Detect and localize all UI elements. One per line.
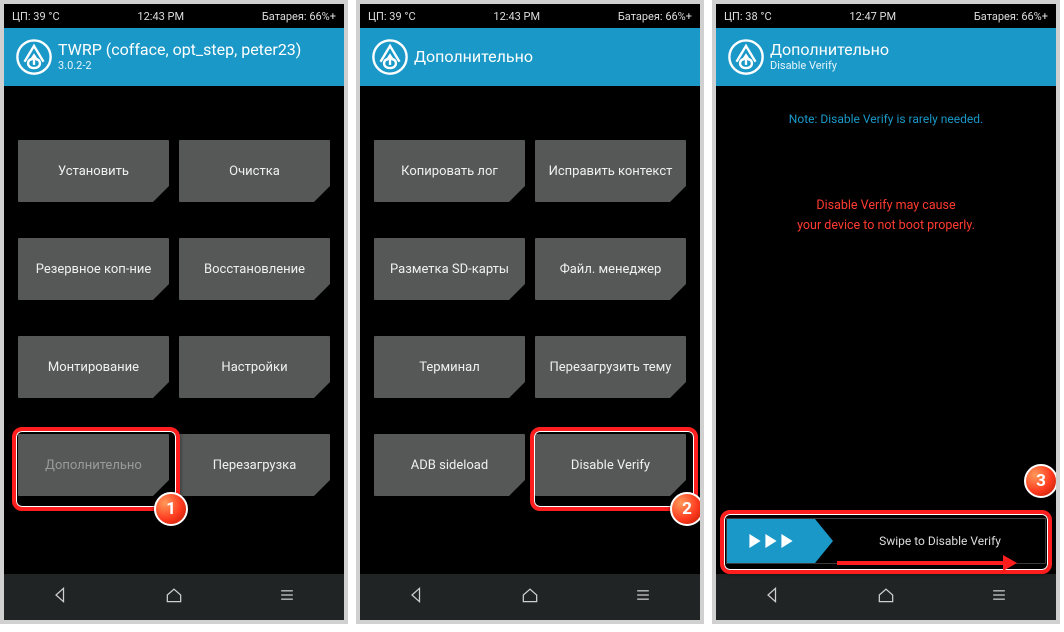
home-icon[interactable] — [164, 585, 184, 609]
app-header: Дополнительно — [360, 28, 700, 86]
twrp-logo-icon — [370, 37, 410, 77]
header-title: Дополнительно — [414, 48, 533, 66]
app-header: Дополнительно Disable Verify — [716, 28, 1056, 86]
warning-line2: your device to not boot properly. — [797, 218, 975, 233]
mount-button[interactable]: Монтирование — [18, 336, 169, 398]
app-header: TWRP (cofface, opt_step, peter23) 3.0.2-… — [4, 28, 344, 86]
play-icon — [780, 534, 794, 548]
mount-label: Монтирование — [48, 360, 139, 375]
back-icon[interactable] — [763, 585, 783, 609]
partition-sd-label: Разметка SD-карты — [390, 262, 509, 277]
slider-knob[interactable] — [727, 519, 815, 563]
advanced-button[interactable]: Дополнительно — [18, 434, 169, 496]
cpu-temp: ЦП: 38 °C — [724, 10, 772, 23]
copy-log-label: Копировать лог — [401, 164, 498, 179]
fix-context-button[interactable]: Исправить контекст — [535, 140, 686, 202]
step-number: 3 — [1036, 471, 1046, 491]
status-bar: ЦП: 38 °C 12:47 PM Батарея: 66%+ — [716, 4, 1056, 28]
warning-line1: Disable Verify may cause — [816, 198, 955, 213]
clock: 12:43 PM — [137, 10, 184, 23]
content-area: Копировать лог Исправить контекст Размет… — [360, 86, 700, 574]
restore-button[interactable]: Восстановление — [179, 238, 330, 300]
adb-sideload-label: ADB sideload — [411, 458, 488, 473]
twrp-logo-icon — [726, 37, 766, 77]
install-label: Установить — [58, 164, 129, 179]
play-icon — [764, 534, 778, 548]
content-area: Note: Disable Verify is rarely needed. D… — [716, 86, 1056, 574]
menu-icon[interactable] — [989, 585, 1009, 609]
warning-text: Disable Verify may cause your device to … — [716, 196, 1056, 236]
fix-context-label: Исправить контекст — [549, 164, 673, 179]
back-icon[interactable] — [407, 585, 427, 609]
file-manager-label: Файл. менеджер — [560, 262, 662, 277]
install-button[interactable]: Установить — [18, 140, 169, 202]
terminal-label: Терминал — [419, 360, 480, 375]
disable-verify-button[interactable]: Disable Verify — [535, 434, 686, 496]
reboot-label: Перезагрузка — [213, 458, 297, 473]
cpu-temp: ЦП: 39 °C — [368, 10, 416, 23]
content-area: Установить Очистка Резервное коп-ние Вос… — [4, 86, 344, 574]
reload-theme-button[interactable]: Перезагрузить тему — [535, 336, 686, 398]
restore-label: Восстановление — [204, 262, 305, 277]
nav-bar — [716, 574, 1056, 620]
terminal-button[interactable]: Терминал — [374, 336, 525, 398]
swipe-slider[interactable]: Swipe to Disable Verify — [726, 518, 1046, 564]
reboot-button[interactable]: Перезагрузка — [179, 434, 330, 496]
backup-button[interactable]: Резервное коп-ние — [18, 238, 169, 300]
header-title: Дополнительно — [770, 41, 889, 59]
menu-icon[interactable] — [633, 585, 653, 609]
swipe-arrow-icon — [837, 561, 1005, 565]
backup-label: Резервное коп-ние — [36, 262, 152, 277]
reload-theme-label: Перезагрузить тему — [550, 360, 672, 375]
twrp-logo-icon — [14, 37, 54, 77]
battery: Батарея: 66%+ — [974, 10, 1048, 23]
nav-bar — [4, 574, 344, 620]
header-subtitle: Disable Verify — [770, 59, 889, 73]
clock: 12:47 PM — [849, 10, 896, 23]
play-icon — [748, 534, 762, 548]
adb-sideload-button[interactable]: ADB sideload — [374, 434, 525, 496]
status-bar: ЦП: 39 °C 12:43 PM Батарея: 66%+ — [360, 4, 700, 28]
disable-verify-label: Disable Verify — [571, 458, 650, 473]
settings-button[interactable]: Настройки — [179, 336, 330, 398]
back-icon[interactable] — [51, 585, 71, 609]
clock: 12:43 PM — [493, 10, 540, 23]
info-note: Note: Disable Verify is rarely needed. — [716, 112, 1056, 126]
wipe-button[interactable]: Очистка — [179, 140, 330, 202]
file-manager-button[interactable]: Файл. менеджер — [535, 238, 686, 300]
advanced-label: Дополнительно — [45, 458, 142, 473]
header-subtitle: 3.0.2-2 — [58, 59, 301, 73]
partition-sd-button[interactable]: Разметка SD-карты — [374, 238, 525, 300]
cpu-temp: ЦП: 39 °C — [12, 10, 60, 23]
wipe-label: Очистка — [229, 164, 280, 179]
home-icon[interactable] — [876, 585, 896, 609]
copy-log-button[interactable]: Копировать лог — [374, 140, 525, 202]
settings-label: Настройки — [221, 360, 287, 375]
slider-label: Swipe to Disable Verify — [815, 534, 1045, 548]
twrp-advanced-screen: ЦП: 39 °C 12:43 PM Батарея: 66%+ Дополни… — [356, 0, 704, 624]
twrp-main-screen: ЦП: 39 °C 12:43 PM Батарея: 66%+ TWRP (c… — [0, 0, 348, 624]
menu-icon[interactable] — [277, 585, 297, 609]
step-badge: 3 — [1024, 464, 1058, 498]
status-bar: ЦП: 39 °C 12:43 PM Батарея: 66%+ — [4, 4, 344, 28]
battery: Батарея: 66%+ — [262, 10, 336, 23]
home-icon[interactable] — [520, 585, 540, 609]
battery: Батарея: 66%+ — [618, 10, 692, 23]
nav-bar — [360, 574, 700, 620]
twrp-disable-verify-screen: ЦП: 38 °C 12:47 PM Батарея: 66%+ Дополни… — [712, 0, 1060, 624]
header-title: TWRP (cofface, opt_step, peter23) — [58, 41, 301, 59]
